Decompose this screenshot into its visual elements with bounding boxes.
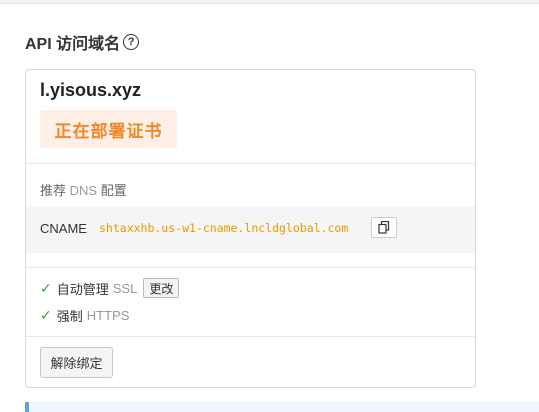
unbind-button[interactable]: 解除绑定 — [40, 347, 113, 378]
info-banner — [25, 402, 539, 412]
divider — [26, 163, 475, 164]
status-badge: 正在部署证书 — [40, 110, 177, 148]
check-icon: ✓ — [40, 279, 52, 296]
change-ssl-button[interactable]: 更改 — [143, 278, 180, 298]
ssl-protocol: SSL — [112, 280, 138, 296]
top-divider — [0, 0, 539, 4]
divider — [26, 267, 475, 268]
ssl-row: ✓ 自动管理 SSL 更改 — [40, 278, 180, 298]
record-value[interactable]: shtaxxhb.us-w1-cname.lncldglobal.com — [99, 221, 348, 235]
domain-name: l.yisous.xyz — [40, 80, 142, 100]
page: API 访问域名 ? l.yisous.xyz 正在部署证书 推荐 DNS 配置… — [0, 0, 539, 412]
dns-record-row: CNAME shtaxxhb.us-w1-cname.lncldglobal.c… — [26, 206, 475, 253]
https-label: 强制 — [56, 309, 83, 324]
dns-title-main: 推荐 — [40, 183, 67, 198]
copy-icon — [378, 221, 390, 234]
check-icon: ✓ — [40, 307, 52, 323]
https-protocol: HTTPS — [86, 308, 130, 323]
ssl-label: 自动管理 — [56, 281, 109, 297]
divider — [26, 336, 475, 337]
https-row: ✓ 强制 HTTPS — [40, 306, 129, 325]
dns-section-title: 推荐 DNS 配置 — [40, 180, 127, 199]
record-type: CNAME — [40, 221, 87, 236]
copy-button[interactable] — [371, 217, 397, 238]
domain-card: l.yisous.xyz 正在部署证书 推荐 DNS 配置 CNAME shta… — [25, 69, 476, 388]
dns-title-dns: DNS — [69, 183, 98, 198]
dns-title-config: 配置 — [100, 183, 127, 198]
section-title: API 访问域名 ? — [25, 30, 140, 54]
section-title-text: API 访问域名 — [25, 36, 121, 53]
help-icon[interactable]: ? — [123, 34, 140, 50]
